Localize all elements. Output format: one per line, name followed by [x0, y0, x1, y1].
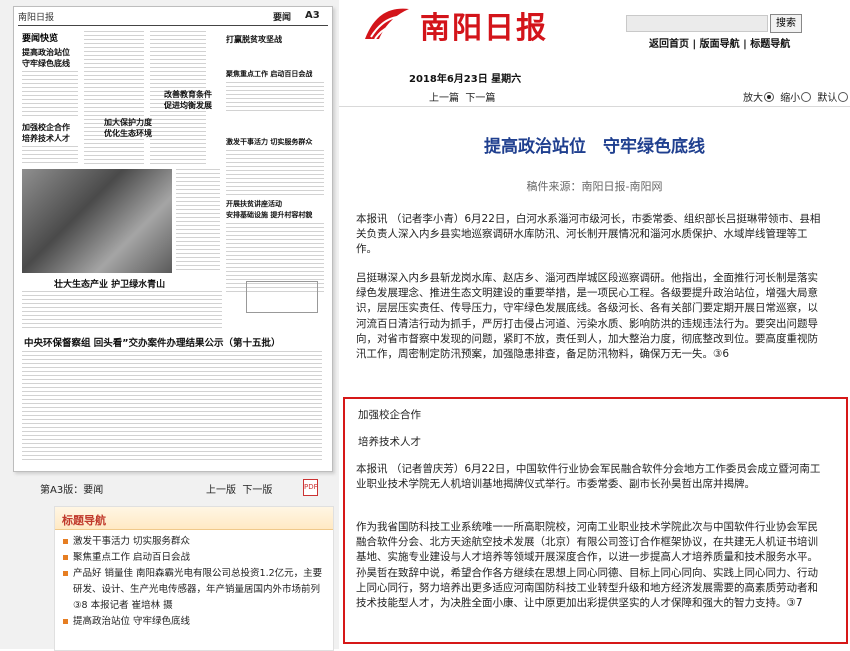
- zoom-controls: 放大 缩小 默认: [743, 89, 850, 104]
- next-article-link[interactable]: 下一篇: [465, 93, 495, 104]
- zoom-out-label: 缩小: [780, 93, 801, 104]
- thumbnail-section: 要闻: [273, 13, 292, 23]
- thumb-text-block: [226, 82, 324, 112]
- thumb-bottom-headline[interactable]: 中央环保督察组 回头看”交办案件办理结果公示（第十五批）: [24, 335, 281, 349]
- toc-header: 标题导航: [55, 507, 333, 530]
- thumb-photo-caption[interactable]: 壮大生态产业 护卫绿水青山: [54, 277, 165, 290]
- thumb-headline[interactable]: 改善教育条件: [164, 89, 212, 100]
- thumb-ad-box: [246, 281, 318, 313]
- thumb-text-block: [84, 31, 144, 166]
- thumb-headline[interactable]: 开展扶贫讲座活动: [226, 199, 282, 209]
- thumb-headline[interactable]: 加大保护力度: [104, 117, 152, 128]
- article-source: 稿件来源：南阳日报-南阳网: [526, 180, 663, 193]
- thumbnail-photo[interactable]: [22, 169, 172, 273]
- newspaper-logo-icon: [365, 8, 409, 40]
- page-thumbnail[interactable]: 南阳日报 要闻 A3 要闻快览 提高政治站位 守牢绿色底线 加强校企合作 培养技…: [13, 6, 333, 472]
- thumb-headline[interactable]: 激发干事活力 切实服务群众: [226, 137, 312, 147]
- highlight-paragraph: 本报讯 （记者曾庆芳）6月22日，中国软件行业协会军民融合软件分会地方工作委员会…: [356, 463, 821, 491]
- page-label: 第A3版：要闻: [40, 485, 104, 496]
- toc-list: 激发干事活力 切实服务群众 聚焦重点工作 启动百日会战 产品好 销量佳 南阳森霸…: [55, 530, 333, 630]
- zoom-in-label: 放大: [743, 93, 763, 104]
- thumb-headline[interactable]: 安排基础设施 提升村容村貌: [226, 210, 312, 220]
- thumb-text-block: [22, 146, 78, 166]
- article-paragraph: 吕挺琳深入内乡县斩龙岗水库、赵店乡、淄河西岸城区段巡察调研。他指出，全面推行河长…: [356, 272, 818, 361]
- left-panel: 南阳日报 要闻 A3 要闻快览 提高政治站位 守牢绿色底线 加强校企合作 培养技…: [0, 0, 339, 651]
- prev-page-link[interactable]: 上一版: [206, 485, 236, 496]
- toc-item[interactable]: 产品好 销量佳 南阳森霸光电有限公司总投资1.2亿元，主要研发、设计、生产光电传…: [61, 566, 329, 614]
- top-nav[interactable]: 返回首页 | 版面导航 | 标题导航: [649, 35, 790, 50]
- thumbnail-page-number: A3: [305, 10, 320, 21]
- thumbnail-masthead: 南阳日报: [18, 13, 55, 23]
- zoom-out-radio[interactable]: [801, 92, 812, 102]
- prev-article-link[interactable]: 上一篇: [429, 93, 459, 104]
- thumb-text-block: [22, 71, 78, 117]
- article-paragraph: 本报讯 （记者李小青）6月22日，白河水系淄河市级河长，市委常委、组织部长吕挺琳…: [356, 213, 821, 256]
- zoom-default-label: 默认: [817, 93, 838, 104]
- thumb-headline[interactable]: 提高政治站位: [22, 47, 70, 58]
- thumb-headline[interactable]: 促进均衡发展: [164, 100, 212, 111]
- newspaper-logo[interactable]: 南阳日报: [420, 3, 548, 47]
- highlight-paragraph: 作为我省国防科技工业系统唯一一所高职院校，河南工业职业技术学院此次与中国软件行业…: [356, 521, 818, 610]
- toc-item[interactable]: 聚焦重点工作 启动百日会战: [61, 550, 329, 566]
- thumb-headline[interactable]: 聚焦重点工作 启动百日会战: [226, 69, 312, 79]
- thumb-headline[interactable]: 培养技术人才: [22, 133, 70, 144]
- toc-item[interactable]: 提高政治站位 守牢绿色底线: [61, 614, 329, 630]
- page-bar: 第A3版：要闻 上一版 下一版 PDF: [40, 478, 330, 496]
- toc-title: 标题导航: [62, 514, 106, 527]
- issue-date: 2018年6月23日 星期六: [409, 74, 522, 85]
- thumb-text-block: [22, 351, 322, 463]
- thumb-text-block: [22, 291, 222, 329]
- thumb-headline[interactable]: 守牢绿色底线: [22, 58, 70, 69]
- zoom-in-radio[interactable]: [764, 92, 774, 102]
- thumbnail-kuaixun: 要闻快览: [22, 34, 59, 44]
- thumb-text-block: [226, 150, 324, 195]
- thumb-text-block: [176, 169, 220, 273]
- title-navigation: 标题导航 激发干事活力 切实服务群众 聚焦重点工作 启动百日会战 产品好 销量佳…: [54, 506, 334, 651]
- article-nav: 上一篇 下一篇: [429, 89, 495, 104]
- search-input[interactable]: [626, 15, 768, 32]
- header-divider: [339, 106, 850, 107]
- page-nav: 上一版 下一版: [206, 481, 272, 496]
- toc-item[interactable]: 激发干事活力 切实服务群众: [61, 534, 329, 550]
- highlight-subtitle: 培养技术人才: [358, 436, 421, 448]
- article-title: 提高政治站位 守牢绿色底线: [484, 137, 705, 157]
- thumb-headline[interactable]: 打赢脱贫攻坚战: [226, 34, 282, 45]
- thumb-headline[interactable]: 加强校企合作: [22, 122, 70, 133]
- pdf-icon[interactable]: PDF: [303, 479, 318, 496]
- site-header: 南阳日报 搜索 返回首页 | 版面导航 | 标题导航 2018年6月23日 星期…: [339, 0, 850, 108]
- thumbnail-rule: [18, 25, 328, 26]
- search-button[interactable]: 搜索: [770, 14, 802, 33]
- zoom-default-radio[interactable]: [838, 92, 849, 102]
- next-page-link[interactable]: 下一版: [242, 485, 272, 496]
- highlight-title: 加强校企合作: [358, 409, 421, 421]
- thumb-headline[interactable]: 优化生态环境: [104, 128, 152, 139]
